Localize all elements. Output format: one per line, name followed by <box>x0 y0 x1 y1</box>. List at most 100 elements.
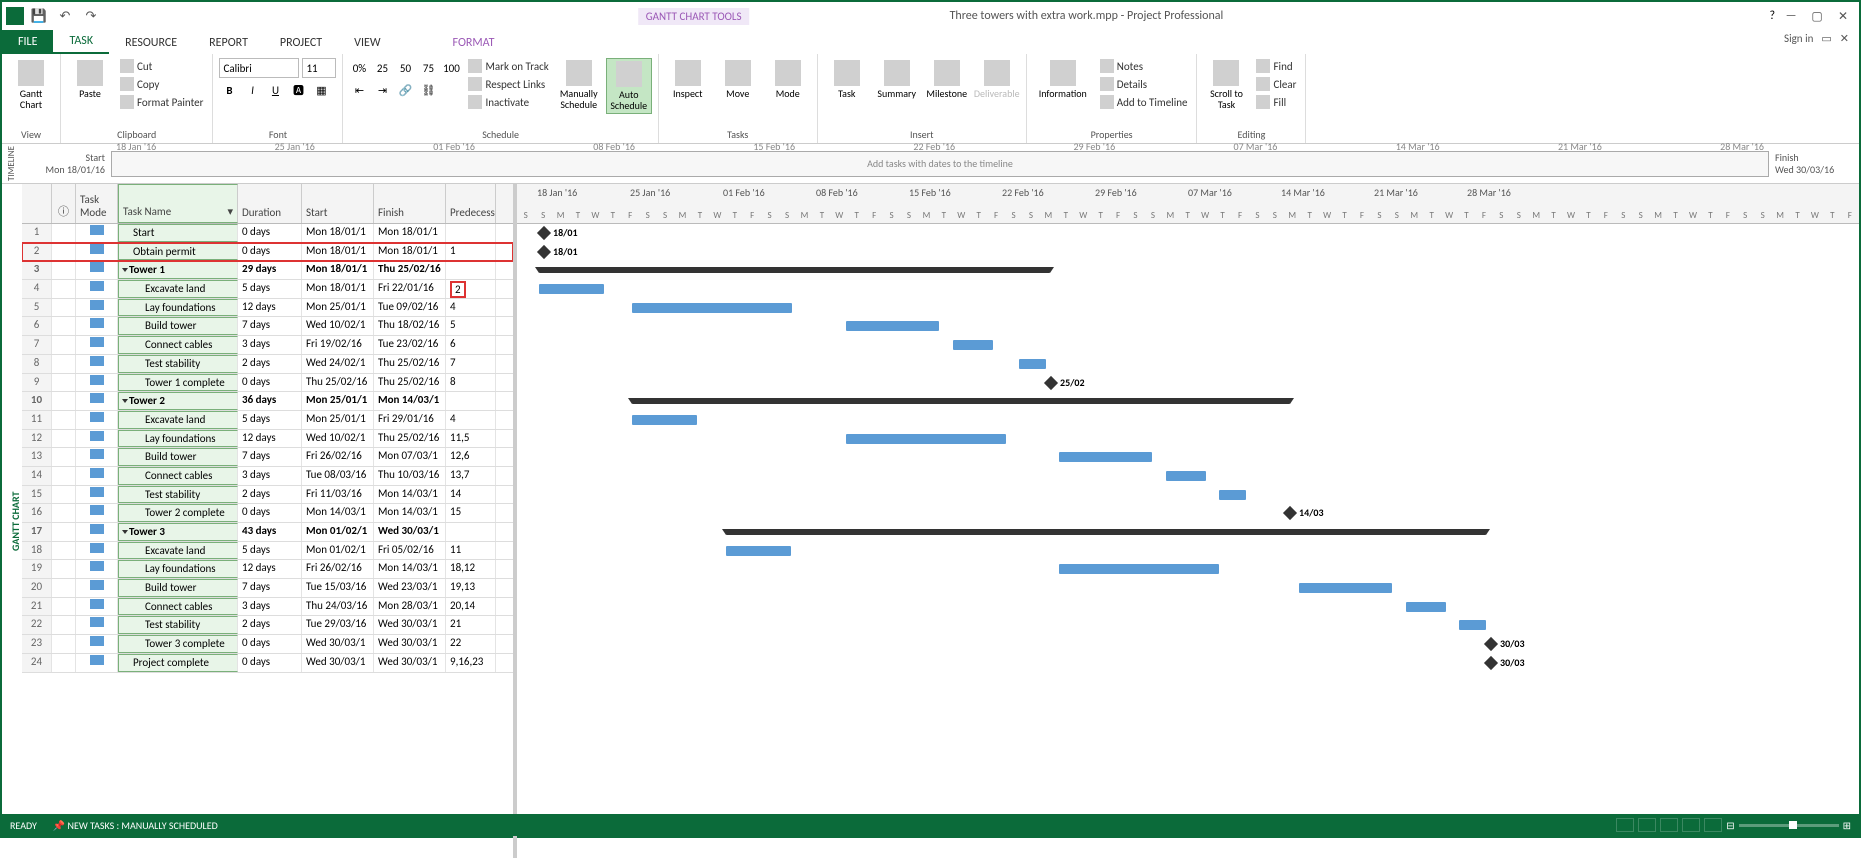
indent-button[interactable]: ⇥ <box>372 80 392 100</box>
milestone-button[interactable]: Milestone <box>924 58 970 101</box>
notes-button[interactable]: Notes <box>1097 58 1191 74</box>
table-row[interactable]: 12Lay foundations12 daysWed 10/02/1Thu 2… <box>22 430 513 449</box>
table-row[interactable]: 5Lay foundations12 daysMon 25/01/1Tue 09… <box>22 299 513 318</box>
respect-links-button[interactable]: Respect Links <box>465 76 551 92</box>
table-row[interactable]: 13Build tower7 daysFri 26/02/16Mon 07/03… <box>22 448 513 467</box>
tab-file[interactable]: FILE <box>2 30 53 54</box>
table-row[interactable]: 19Lay foundations12 daysFri 26/02/16Mon … <box>22 560 513 579</box>
help-icon[interactable]: ? <box>1769 9 1775 23</box>
undo-icon[interactable]: ↶ <box>54 5 76 27</box>
table-row[interactable]: 3Tower 129 daysMon 18/01/1Thu 25/02/16 <box>22 261 513 280</box>
maximize-button[interactable]: ▢ <box>1807 9 1827 24</box>
details-button[interactable]: Details <box>1097 76 1191 92</box>
link-button[interactable]: 🔗 <box>395 80 415 100</box>
format-painter-button[interactable]: Format Painter <box>117 94 206 110</box>
col-predecessors[interactable]: Predecess <box>446 184 496 223</box>
tab-resource[interactable]: RESOURCE <box>109 32 193 54</box>
table-row[interactable]: 20Build tower7 daysTue 15/03/16Wed 23/03… <box>22 579 513 598</box>
copy-button[interactable]: Copy <box>117 76 206 92</box>
paste-button[interactable]: Paste <box>67 58 113 101</box>
col-info[interactable]: ⓘ <box>52 184 76 223</box>
col-duration[interactable]: Duration <box>238 184 302 223</box>
table-row[interactable]: 1Start0 daysMon 18/01/1Mon 18/01/1 <box>22 224 513 243</box>
table-row[interactable]: 11Excavate land5 daysMon 25/01/1Fri 29/0… <box>22 411 513 430</box>
tab-view[interactable]: VIEW <box>338 32 396 54</box>
pct0-button[interactable]: 0% <box>349 58 369 78</box>
table-row[interactable]: 23Tower 3 complete0 daysWed 30/03/1Wed 3… <box>22 635 513 654</box>
tab-project[interactable]: PROJECT <box>264 32 338 54</box>
col-start[interactable]: Start <box>302 184 374 223</box>
manually-schedule-button[interactable]: Manually Schedule <box>556 58 602 112</box>
view-usage-icon[interactable] <box>1660 818 1678 832</box>
col-mode[interactable]: Task Mode <box>76 184 118 223</box>
table-row[interactable]: 17Tower 343 daysMon 01/02/1Wed 30/03/1 <box>22 523 513 542</box>
table-row[interactable]: 9Tower 1 complete0 daysThu 25/02/16Thu 2… <box>22 374 513 393</box>
fill-color-button[interactable]: ▦ <box>311 80 331 100</box>
table-row[interactable]: 7Connect cables3 daysFri 19/02/16Tue 23/… <box>22 336 513 355</box>
table-row[interactable]: 14Connect cables3 daysTue 08/03/16Thu 10… <box>22 467 513 486</box>
cut-button[interactable]: Cut <box>117 58 206 74</box>
bold-button[interactable]: B <box>219 80 239 100</box>
redo-icon[interactable]: ↷ <box>80 5 102 27</box>
close-button[interactable]: ✕ <box>1833 9 1853 24</box>
ribbon-close-icon[interactable]: ✕ <box>1840 32 1849 45</box>
font-size-select[interactable] <box>302 58 336 78</box>
table-row[interactable]: 2Obtain permit0 daysMon 18/01/1Mon 18/01… <box>22 243 513 262</box>
gantt-chart[interactable]: 18 Jan '1625 Jan '1601 Feb '1608 Feb '16… <box>517 184 1859 858</box>
status-new-tasks[interactable]: 📌 NEW TASKS : MANUALLY SCHEDULED <box>53 819 218 832</box>
save-icon[interactable]: 💾 <box>28 5 50 27</box>
unlink-button[interactable]: ⛓ <box>418 80 438 100</box>
pct75-button[interactable]: 75 <box>418 58 438 78</box>
zoom-in-icon[interactable]: ⊞ <box>1843 819 1851 832</box>
find-button[interactable]: Find <box>1253 58 1299 74</box>
information-button[interactable]: Information <box>1033 58 1093 101</box>
table-row[interactable]: 16Tower 2 complete0 daysMon 14/03/1Mon 1… <box>22 504 513 523</box>
tab-task[interactable]: TASK <box>53 30 109 54</box>
table-row[interactable]: 6Build tower7 daysWed 10/02/1Thu 18/02/1… <box>22 317 513 336</box>
zoom-slider[interactable] <box>1739 824 1839 827</box>
add-to-timeline-button[interactable]: Add to Timeline <box>1097 94 1191 110</box>
timeline-bar[interactable]: 18 Jan '1625 Jan '1601 Feb '1608 Feb '16… <box>111 151 1769 177</box>
summary-button[interactable]: Summary <box>874 58 920 101</box>
inactivate-button[interactable]: Inactivate <box>465 94 551 110</box>
view-sheet-icon[interactable] <box>1682 818 1700 832</box>
task-grid[interactable]: ⓘ Task Mode Task Name▾ Duration Start Fi… <box>22 184 517 858</box>
table-row[interactable]: 4Excavate land5 daysMon 18/01/1Fri 22/01… <box>22 280 513 299</box>
outdent-button[interactable]: ⇤ <box>349 80 369 100</box>
font-color-button[interactable]: 🅰 <box>288 80 308 100</box>
italic-button[interactable]: I <box>242 80 262 100</box>
inspect-button[interactable]: Inspect <box>665 58 711 101</box>
col-finish[interactable]: Finish <box>374 184 446 223</box>
pct25-button[interactable]: 25 <box>372 58 392 78</box>
gantt-chart-button[interactable]: Gantt Chart <box>8 58 54 112</box>
table-row[interactable]: 21Connect cables3 daysThu 24/03/16Mon 28… <box>22 598 513 617</box>
mark-on-track-button[interactable]: Mark on Track <box>465 58 551 74</box>
underline-button[interactable]: U <box>265 80 285 100</box>
view-report-icon[interactable] <box>1704 818 1722 832</box>
tab-report[interactable]: REPORT <box>193 32 264 54</box>
view-normal-icon[interactable] <box>1616 818 1634 832</box>
clear-button[interactable]: Clear <box>1253 76 1299 92</box>
col-task-name[interactable]: Task Name▾ <box>118 184 238 223</box>
auto-schedule-button[interactable]: Auto Schedule <box>606 58 652 114</box>
table-row[interactable]: 10Tower 236 daysMon 25/01/1Mon 14/03/1 <box>22 392 513 411</box>
pct50-button[interactable]: 50 <box>395 58 415 78</box>
ribbon-display-icon[interactable]: ▭ <box>1821 32 1831 45</box>
scroll-to-task-button[interactable]: Scroll to Task <box>1203 58 1249 112</box>
tab-format[interactable]: FORMAT <box>437 32 511 54</box>
pct100-button[interactable]: 100 <box>441 58 461 78</box>
table-row[interactable]: 24Project complete0 daysWed 30/03/1Wed 3… <box>22 654 513 673</box>
task-button[interactable]: Task <box>824 58 870 101</box>
minimize-button[interactable]: — <box>1781 9 1801 23</box>
table-row[interactable]: 15Test stability2 daysFri 11/03/16Mon 14… <box>22 486 513 505</box>
mode-button[interactable]: Mode <box>765 58 811 101</box>
move-button[interactable]: Move <box>715 58 761 101</box>
font-name-select[interactable] <box>219 58 299 78</box>
fill-button[interactable]: Fill <box>1253 94 1299 110</box>
signin-link[interactable]: Sign in <box>1784 32 1813 45</box>
view-gantt-icon[interactable] <box>1638 818 1656 832</box>
table-row[interactable]: 18Excavate land5 daysMon 01/02/1Fri 05/0… <box>22 542 513 561</box>
table-row[interactable]: 8Test stability2 daysWed 24/02/1Thu 25/0… <box>22 355 513 374</box>
table-row[interactable]: 22Test stability2 daysTue 29/03/16Wed 30… <box>22 616 513 635</box>
zoom-out-icon[interactable]: ⊟ <box>1726 819 1734 832</box>
